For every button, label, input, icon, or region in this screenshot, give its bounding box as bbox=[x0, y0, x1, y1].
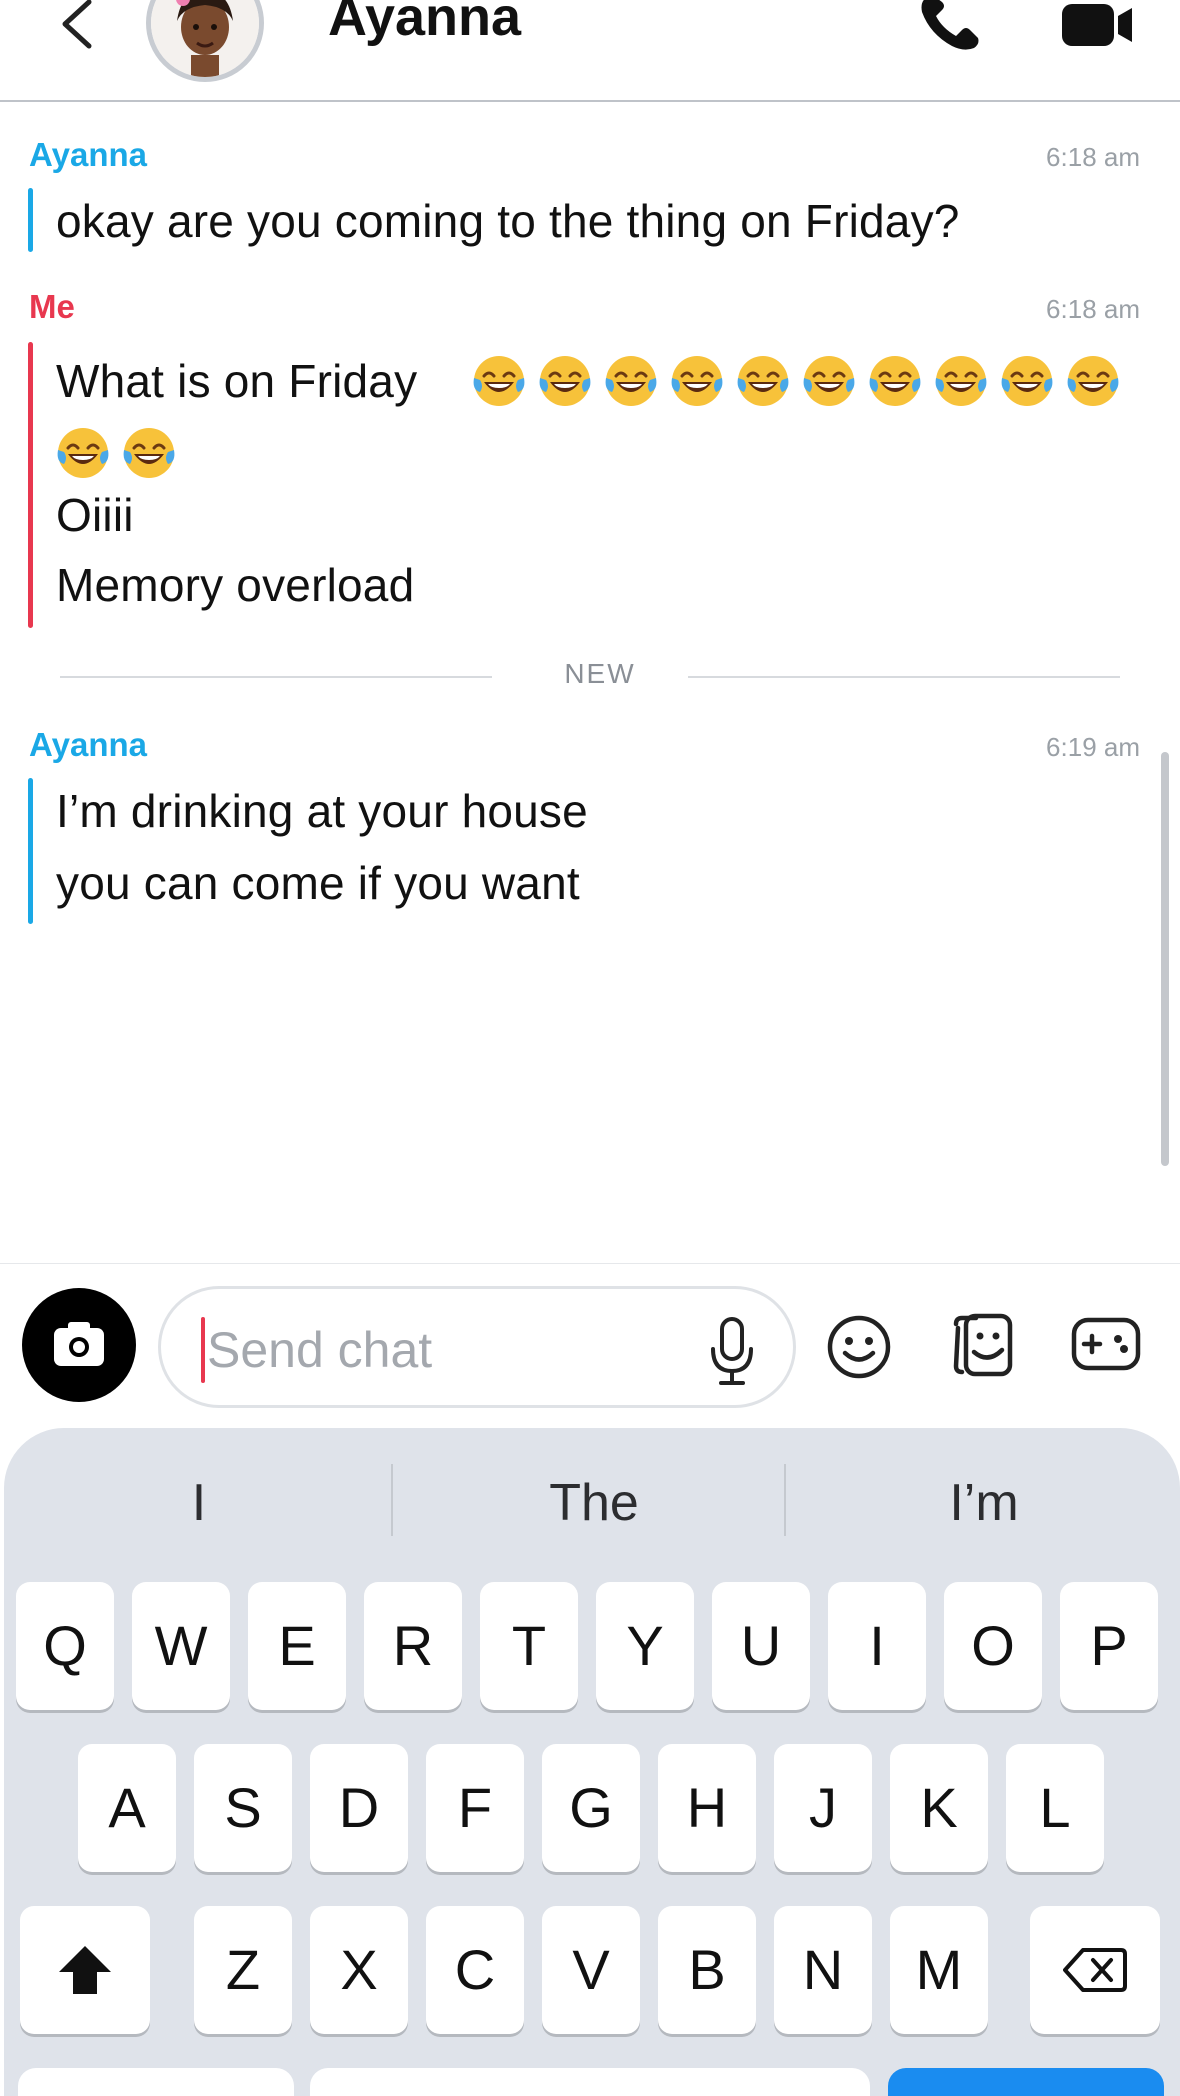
video-camera-icon bbox=[1062, 4, 1132, 46]
key-p[interactable]: P bbox=[1060, 1582, 1158, 1710]
delete-key[interactable] bbox=[1030, 1906, 1160, 2034]
game-controller-icon bbox=[1071, 1317, 1141, 1371]
voice-note-button[interactable] bbox=[707, 1315, 757, 1387]
message-bar bbox=[28, 188, 33, 252]
key-l[interactable]: L bbox=[1006, 1744, 1104, 1872]
key-q[interactable]: Q bbox=[16, 1582, 114, 1710]
chevron-left-icon bbox=[62, 0, 92, 49]
text-cursor bbox=[201, 1317, 205, 1383]
keyboard: I The I’m QWERTYUIOP ASDFGHJKL ZXCVBNM bbox=[4, 1428, 1180, 2096]
key-f[interactable]: F bbox=[426, 1744, 524, 1872]
key-r[interactable]: R bbox=[364, 1582, 462, 1710]
numbers-key[interactable] bbox=[18, 2068, 294, 2096]
laughing-tears-emoji-icon bbox=[123, 428, 175, 478]
send-key[interactable] bbox=[888, 2068, 1164, 2096]
camera-button[interactable] bbox=[22, 1288, 136, 1402]
suggestion-2[interactable]: The bbox=[434, 1468, 754, 1538]
suggestion-separator bbox=[391, 1464, 393, 1536]
contact-name[interactable]: Ayanna bbox=[328, 0, 521, 48]
key-s[interactable]: S bbox=[194, 1744, 292, 1872]
laughing-tears-emoji-icon bbox=[539, 356, 591, 406]
suggestion-separator bbox=[784, 1464, 786, 1536]
smiley-icon bbox=[827, 1315, 891, 1379]
key-m[interactable]: M bbox=[890, 1906, 988, 2034]
backspace-icon bbox=[1063, 1948, 1127, 1992]
key-x[interactable]: X bbox=[310, 1906, 408, 2034]
message-time: 6:19 am bbox=[1046, 732, 1140, 762]
space-bar[interactable] bbox=[310, 2068, 870, 2096]
key-g[interactable]: G bbox=[542, 1744, 640, 1872]
key-n[interactable]: N bbox=[774, 1906, 872, 2034]
emoji-row bbox=[470, 352, 1122, 410]
message-time: 6:18 am bbox=[1046, 142, 1140, 172]
message-text[interactable]: What is on Friday bbox=[56, 354, 417, 408]
key-y[interactable]: Y bbox=[596, 1582, 694, 1710]
message-bar bbox=[28, 778, 33, 924]
scrollbar[interactable] bbox=[1161, 752, 1169, 1166]
key-a[interactable]: A bbox=[78, 1744, 176, 1872]
back-button[interactable] bbox=[55, 0, 99, 50]
laughing-tears-emoji-icon bbox=[935, 356, 987, 406]
key-o[interactable]: O bbox=[944, 1582, 1042, 1710]
video-call-button[interactable] bbox=[1060, 2, 1136, 48]
laughing-tears-emoji-icon bbox=[671, 356, 723, 406]
divider-line bbox=[688, 676, 1120, 678]
key-b[interactable]: B bbox=[658, 1906, 756, 2034]
key-u[interactable]: U bbox=[712, 1582, 810, 1710]
divider-line bbox=[60, 676, 492, 678]
sender-name: Ayanna bbox=[29, 136, 147, 173]
games-button[interactable] bbox=[1070, 1314, 1142, 1374]
key-t[interactable]: T bbox=[480, 1582, 578, 1710]
voice-call-button[interactable] bbox=[918, 0, 984, 54]
laughing-tears-emoji-icon bbox=[57, 428, 109, 478]
suggestion-3[interactable]: I’m bbox=[824, 1468, 1144, 1538]
key-k[interactable]: K bbox=[890, 1744, 988, 1872]
shift-arrow-icon bbox=[59, 1946, 111, 1994]
key-z[interactable]: Z bbox=[194, 1906, 292, 2034]
message-bar bbox=[28, 342, 33, 628]
contact-avatar[interactable] bbox=[146, 0, 264, 82]
phone-icon bbox=[921, 0, 979, 50]
microphone-icon bbox=[711, 1317, 753, 1385]
chat-input[interactable]: Send chat bbox=[158, 1286, 796, 1408]
key-c[interactable]: C bbox=[426, 1906, 524, 2034]
sticker-icon bbox=[953, 1313, 1013, 1377]
new-label: NEW bbox=[564, 658, 636, 689]
message-time: 6:18 am bbox=[1046, 294, 1140, 324]
key-j[interactable]: J bbox=[774, 1744, 872, 1872]
laughing-tears-emoji-icon bbox=[1001, 356, 1053, 406]
sender-name: Me bbox=[29, 288, 75, 325]
message-text[interactable]: you can come if you want bbox=[56, 856, 580, 910]
laughing-tears-emoji-icon bbox=[1067, 356, 1119, 406]
key-w[interactable]: W bbox=[132, 1582, 230, 1710]
new-messages-divider: NEW bbox=[60, 656, 1120, 696]
emoji-row bbox=[54, 424, 178, 482]
message-text[interactable]: okay are you coming to the thing on Frid… bbox=[56, 194, 960, 248]
chat-input-placeholder: Send chat bbox=[207, 1322, 433, 1378]
laughing-tears-emoji-icon bbox=[803, 356, 855, 406]
suggestion-1[interactable]: I bbox=[44, 1468, 354, 1538]
message-text[interactable]: I’m drinking at your house bbox=[56, 784, 588, 838]
camera-icon bbox=[54, 1322, 104, 1366]
laughing-tears-emoji-icon bbox=[737, 356, 789, 406]
message-text[interactable]: Memory overload bbox=[56, 558, 414, 612]
shift-key[interactable] bbox=[20, 1906, 150, 2034]
bitmoji-avatar-icon bbox=[151, 0, 259, 77]
sticker-button[interactable] bbox=[948, 1312, 1014, 1378]
emoji-button[interactable] bbox=[826, 1314, 892, 1380]
laughing-tears-emoji-icon bbox=[869, 356, 921, 406]
key-d[interactable]: D bbox=[310, 1744, 408, 1872]
sender-name: Ayanna bbox=[29, 726, 147, 763]
laughing-tears-emoji-icon bbox=[473, 356, 525, 406]
message-text[interactable]: Oiiii bbox=[56, 488, 134, 542]
key-h[interactable]: H bbox=[658, 1744, 756, 1872]
key-e[interactable]: E bbox=[248, 1582, 346, 1710]
chat-composer: Send chat bbox=[0, 1263, 1180, 1425]
key-i[interactable]: I bbox=[828, 1582, 926, 1710]
key-v[interactable]: V bbox=[542, 1906, 640, 2034]
chat-header: Ayanna bbox=[0, 0, 1180, 102]
laughing-tears-emoji-icon bbox=[605, 356, 657, 406]
